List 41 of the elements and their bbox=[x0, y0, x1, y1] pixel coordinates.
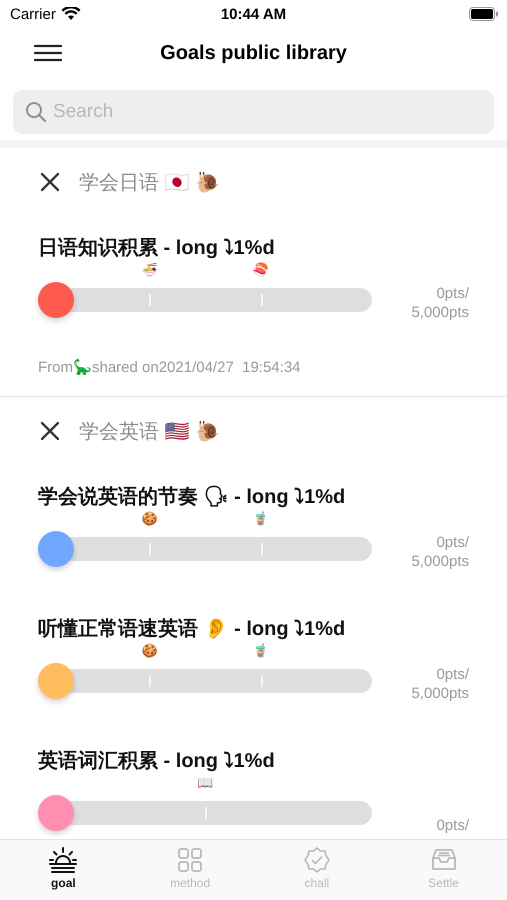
carrier-name: Carrier bbox=[10, 6, 56, 22]
goal-title[interactable]: 日语知识积累 - long ⤵1%d bbox=[38, 236, 275, 260]
sunrise-icon bbox=[48, 846, 78, 874]
milestone-emoji: 🧋 bbox=[252, 643, 269, 659]
goal-title[interactable]: 学会说英语的节奏 🗣 - long ⤵1%d bbox=[38, 485, 346, 509]
progress-slider[interactable] bbox=[38, 282, 372, 318]
milestone-emoji: 🍪 bbox=[141, 643, 158, 659]
tab-item[interactable]: goal bbox=[0, 840, 127, 900]
points-text: 0pts/ bbox=[436, 284, 469, 303]
points-text: 0pts/ bbox=[436, 816, 469, 835]
points-total: 5,000pts bbox=[411, 684, 469, 703]
points-text: 0pts/ bbox=[436, 665, 469, 684]
milestone-emoji: 📖 bbox=[197, 775, 213, 791]
points-total: 5,000pts bbox=[411, 303, 469, 322]
close-icon[interactable] bbox=[40, 421, 60, 441]
milestone-emoji: 🧋 bbox=[252, 511, 269, 527]
progress-slider[interactable] bbox=[38, 795, 372, 831]
goal-title[interactable]: 听懂正常语速英语 👂 - long ⤵1%d bbox=[38, 617, 346, 641]
grid-icon bbox=[176, 846, 204, 874]
wifi-icon bbox=[60, 7, 81, 21]
milestone-emoji: 🍪 bbox=[141, 511, 158, 527]
milestone-emoji: 🍜 bbox=[141, 262, 158, 278]
progress-slider[interactable] bbox=[38, 663, 372, 699]
group-title: 学会日语 🇯🇵 🐌 bbox=[79, 170, 220, 196]
status-time: 10:44 AM bbox=[220, 6, 286, 22]
milestone-emoji: 🍣 bbox=[252, 262, 269, 278]
progress-thumb[interactable] bbox=[38, 531, 74, 567]
group-title: 学会英语 🇺🇸 🐌 bbox=[79, 420, 220, 444]
close-icon[interactable] bbox=[40, 172, 60, 192]
progress-thumb[interactable] bbox=[38, 663, 74, 699]
points-text: 0pts/ bbox=[436, 533, 469, 552]
menu-icon[interactable] bbox=[34, 44, 62, 62]
battery-icon bbox=[469, 7, 499, 21]
share-info: From🦕shared on2021/04/27 19:54:34 bbox=[37, 358, 302, 378]
progress-thumb[interactable] bbox=[38, 282, 74, 318]
goal-title[interactable]: 英语词汇积累 - long ⤵1%d bbox=[38, 749, 275, 773]
badge-check-icon bbox=[302, 846, 331, 874]
progress-thumb[interactable] bbox=[38, 795, 74, 831]
progress-slider[interactable] bbox=[38, 531, 372, 567]
page-title: Goals public library bbox=[160, 42, 347, 64]
points-total: 5,000pts bbox=[411, 552, 469, 571]
